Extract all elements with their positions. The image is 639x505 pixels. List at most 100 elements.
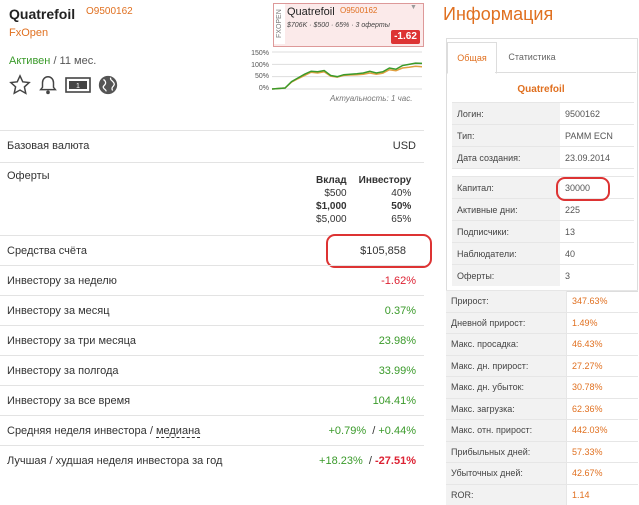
chart-caption: Актуальность: 1 час.: [330, 94, 413, 103]
info-value: 9500162: [560, 102, 634, 125]
widget-change-badge: -1.62: [391, 30, 420, 44]
status-active: Активен: [9, 55, 51, 67]
stat-row: Прибыльных дней: 57.33%: [446, 440, 638, 463]
offer-share: 40%: [391, 188, 412, 199]
info-row: Дата создания: 23.09.2014: [452, 146, 634, 169]
info-account-name: Quatrefoil: [517, 84, 565, 95]
widget-summary: $706K · $500 · 65% · 3 оферты: [287, 22, 390, 29]
info-value: 3: [560, 264, 634, 286]
stat-key: Убыточных дней:: [446, 462, 567, 484]
offers-head-investor: Инвестору: [358, 175, 412, 186]
stat-value: 42.67%: [566, 462, 638, 484]
highlight-circle: [556, 177, 610, 201]
account-id: O9500162: [86, 6, 133, 17]
highlight-circle: [326, 234, 432, 268]
half-year-value: 33.99%: [378, 365, 416, 377]
info-key: Тип:: [452, 124, 560, 147]
action-icons: 1: [9, 73, 119, 101]
info-key: Капитал:: [452, 176, 560, 199]
info-key: Логин:: [452, 102, 560, 125]
info-value: 40: [560, 242, 634, 265]
chart-series-line: [271, 65, 423, 90]
stat-value: 57.33%: [566, 440, 638, 463]
best-worst-separator: /: [368, 455, 372, 467]
month-value: 0.37%: [384, 305, 416, 317]
row-best-worst: Лучшая / худшая неделя инвестора за год …: [0, 445, 424, 476]
info-key: Наблюдатели:: [452, 242, 560, 265]
account-title[interactable]: Quatrefoil: [9, 6, 75, 22]
info-value: 23.09.2014: [560, 146, 634, 169]
stat-value: 30.78%: [566, 376, 638, 398]
bell-icon[interactable]: [37, 74, 59, 101]
row-base-currency: Базовая валюта USD: [0, 130, 424, 163]
stat-value: 46.43%: [566, 333, 638, 355]
stat-key: Макс. дн. прирост:: [446, 354, 567, 377]
all-time-label: Инвестору за все время: [7, 395, 131, 407]
info-row: Логин: 9500162: [452, 102, 634, 125]
stat-row: Убыточных дней: 42.67%: [446, 462, 638, 484]
half-year-label: Инвестору за полгода: [7, 365, 119, 377]
stat-row: Дневной прирост: 1.49%: [446, 311, 638, 334]
money-icon[interactable]: 1: [65, 74, 91, 101]
info-title: Информация: [443, 4, 554, 24]
status-age: / 11 мес.: [53, 55, 97, 67]
broker-link[interactable]: FxOpen: [9, 27, 48, 39]
three-month-label: Инвестору за три месяца: [7, 335, 137, 347]
best-worst-label: Лучшая / худшая неделя инвестора за год: [7, 455, 223, 467]
star-icon[interactable]: [9, 73, 31, 101]
week-label: Инвестору за неделю: [7, 275, 117, 287]
info-key: Оферты:: [452, 264, 560, 286]
info-key: Подписчики:: [452, 220, 560, 243]
info-row: Наблюдатели: 40: [452, 242, 634, 265]
widget-broker-label: FXOPEN: [274, 4, 285, 44]
stats-table: Прирост: 347.63% Дневной прирост: 1.49% Ма…: [446, 290, 638, 505]
info-value: 13: [560, 220, 634, 243]
widget-id: O9500162: [340, 6, 378, 15]
row-week: Инвестору за неделю -1.62%: [0, 265, 424, 296]
stat-value: 1.14: [566, 483, 638, 505]
stat-row: Макс. дн. прирост: 27.27%: [446, 354, 638, 377]
avg-week-separator: /: [372, 425, 376, 437]
stat-row: Макс. загрузка: 62.36%: [446, 397, 638, 420]
avg-week-value: +0.79%: [328, 425, 367, 437]
info-row: Подписчики: 13: [452, 220, 634, 243]
stat-row: ROR: 1.14: [446, 483, 638, 505]
stat-key: Макс. просадка:: [446, 333, 567, 355]
chart-series-line: [271, 62, 423, 90]
info-key: Дата создания:: [452, 146, 560, 169]
base-currency-value: USD: [392, 140, 416, 152]
avg-week-label: Средняя неделя инвестора / медиана: [7, 425, 201, 438]
globe-icon[interactable]: [97, 74, 119, 101]
best-worst-values: +18.23% / -27.51%: [319, 455, 416, 467]
offer-share: 65%: [391, 214, 412, 225]
svg-text:1: 1: [76, 83, 80, 90]
account-status: Активен / 11 мес.: [9, 55, 96, 67]
performance-chart: [271, 51, 423, 90]
offers-head-deposit: Вклад: [316, 175, 347, 186]
week-value: -1.62%: [381, 275, 416, 287]
tab-general[interactable]: Общая: [447, 42, 497, 74]
info-row: Оферты: 3: [452, 264, 634, 286]
tab-divider: [495, 72, 636, 73]
offer-deposit: $500: [324, 188, 347, 199]
info-row: Активные дни: 225: [452, 198, 634, 221]
stat-row: Макс. отн. прирост: 442.03%: [446, 419, 638, 441]
month-label: Инвестору за месяц: [7, 305, 110, 317]
offers-table: Вклад Инвестору $500 40% $1,000 50% $5,000 6…: [310, 174, 417, 226]
median-link[interactable]: медиана: [155, 425, 201, 438]
equity-label: Средства счёта: [7, 245, 88, 257]
stat-key: Макс. дн. убыток:: [446, 376, 567, 398]
tab-statistics[interactable]: Статистика: [500, 42, 564, 72]
widget-name: Quatrefoil: [287, 6, 335, 18]
stat-value: 442.03%: [566, 419, 638, 441]
info-gap: [452, 168, 634, 177]
chevron-down-icon[interactable]: ▼: [410, 4, 417, 11]
stat-key: Прибыльных дней:: [446, 440, 567, 463]
gap-cell: [452, 168, 560, 177]
info-value: PAMM ECN: [560, 124, 634, 147]
stat-value: 27.27%: [566, 354, 638, 377]
offer-deposit: $5,000: [316, 214, 347, 225]
stat-key: Макс. загрузка:: [446, 397, 567, 420]
info-row: Тип: PAMM ECN: [452, 124, 634, 147]
info-value: 225: [560, 198, 634, 221]
